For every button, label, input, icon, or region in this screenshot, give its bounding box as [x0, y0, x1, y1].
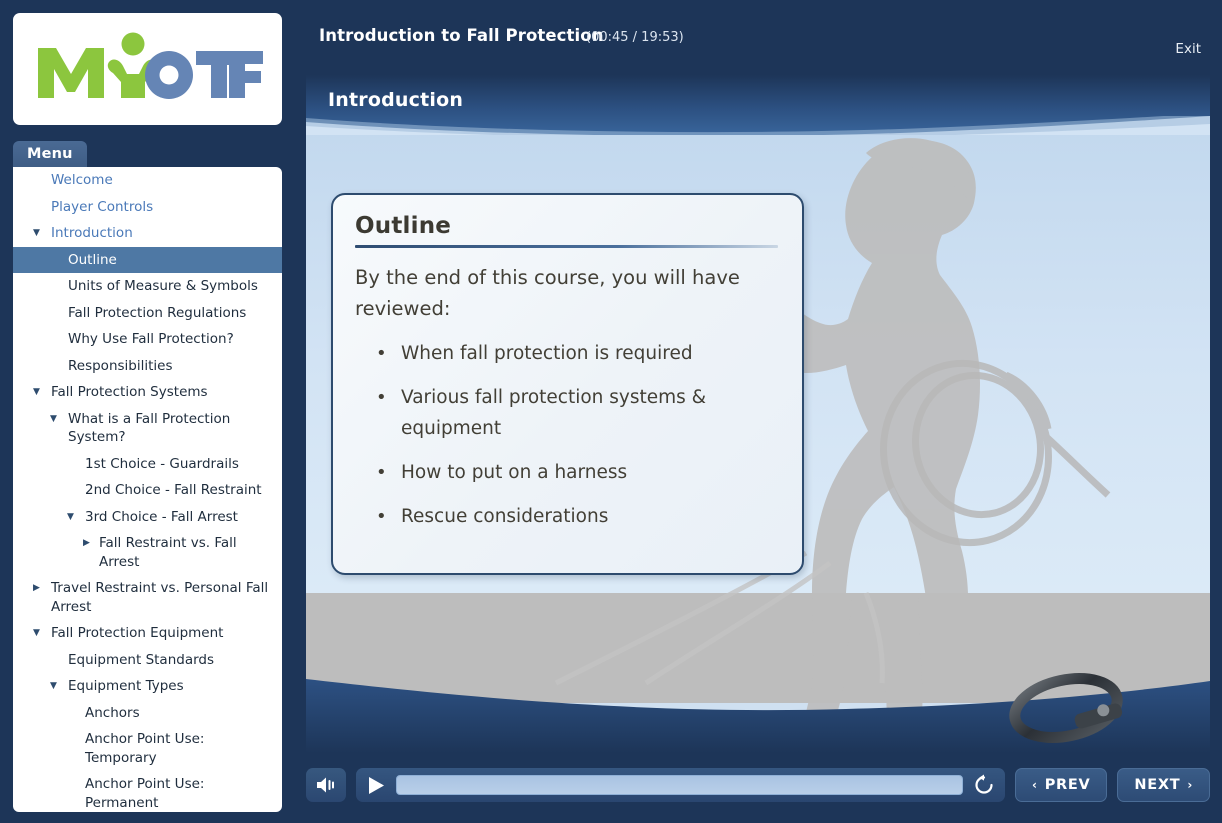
chevron-down-icon[interactable]: ▼: [50, 410, 57, 429]
menu-item-2nd-choice-fall-restraint[interactable]: 2nd Choice - Fall Restraint: [13, 477, 282, 504]
prev-chevron-icon: ‹: [1032, 778, 1038, 792]
logo: [13, 13, 282, 125]
menu-item-equipment-types[interactable]: ▼ Equipment Types: [13, 673, 282, 700]
menu-item-anchor-point-use-temporary[interactable]: Anchor Point Use: Temporary: [13, 726, 282, 771]
menu-item-fall-restraint-vs-fall-arrest[interactable]: ▶ Fall Restraint vs. Fall Arrest: [13, 530, 282, 575]
next-chevron-icon: ›: [1187, 778, 1193, 792]
course-time-display: (00:45 / 19:53): [586, 30, 684, 45]
menu-item-label: Units of Measure & Symbols: [68, 278, 258, 294]
menu-item-anchors[interactable]: Anchors: [13, 700, 282, 727]
menu-item-3rd-choice-fall-arrest[interactable]: ▼ 3rd Choice - Fall Arrest: [13, 504, 282, 531]
banner-wave-icon: [306, 116, 1210, 135]
menu-item-label: Responsibilities: [68, 357, 173, 374]
menu-item-fall-protection-equipment[interactable]: ▼ Fall Protection Equipment: [13, 620, 282, 647]
menu-tab[interactable]: Menu: [13, 141, 87, 167]
menu-item-label: Fall Restraint vs. Fall Arrest: [99, 535, 237, 570]
menu-item-label: Anchors: [85, 704, 140, 721]
menu-item-label: Why Use Fall Protection?: [68, 331, 234, 347]
outline-card: Outline By the end of this course, you w…: [331, 193, 804, 575]
prev-button[interactable]: ‹ PREV: [1015, 768, 1108, 802]
next-button[interactable]: NEXT ›: [1117, 768, 1210, 802]
seek-slider[interactable]: [396, 775, 964, 795]
menu-item-welcome[interactable]: Welcome: [13, 167, 282, 194]
menu-item-why-use-fall-protection[interactable]: Why Use Fall Protection?: [13, 326, 282, 353]
replay-button[interactable]: [971, 772, 997, 798]
menu-item-travel-restraint-vs-personal-fall-arrest[interactable]: ▶ Travel Restraint vs. Personal Fall Arre…: [13, 575, 282, 620]
chevron-down-icon[interactable]: ▼: [50, 677, 57, 696]
chevron-down-icon[interactable]: ▼: [33, 624, 40, 643]
menu-item-label: Player Controls: [51, 198, 154, 215]
slide-stage: Introduction Outline By the end of this …: [306, 75, 1210, 753]
menu-list: Welcome Player Controls ▼ Introduction Outli…: [13, 167, 282, 812]
chevron-right-icon[interactable]: ▶: [83, 534, 90, 553]
outline-rule: [355, 245, 778, 248]
play-button[interactable]: [364, 773, 388, 797]
menu-item-label: Anchor Point Use: Temporary: [85, 731, 205, 766]
player-topbar: Introduction to Fall Protection (00:45 /…: [295, 0, 1222, 75]
menu-item-units-of-measure-symbols[interactable]: Units of Measure & Symbols: [13, 273, 282, 300]
menu-item-label: Fall Protection Systems: [51, 384, 208, 400]
chevron-down-icon[interactable]: ▼: [67, 508, 74, 527]
footer-wave: [306, 679, 1210, 753]
menu-item-anchor-point-use-permanent[interactable]: Anchor Point Use: Permanent: [13, 771, 282, 812]
menu-item-label: 3rd Choice - Fall Arrest: [85, 508, 238, 525]
myotf-logo-icon: [38, 32, 263, 99]
outline-bullet: Various fall protection systems & equipm…: [355, 382, 778, 444]
player-control-bar: ‹ PREV NEXT ›: [306, 760, 1210, 810]
menu-panel: Welcome Player Controls ▼ Introduction Outli…: [13, 167, 282, 812]
menu-item-outline[interactable]: Outline: [13, 246, 282, 273]
chevron-right-icon[interactable]: ▶: [33, 579, 40, 598]
menu-item-label: Travel Restraint vs. Personal Fall Arres…: [51, 580, 269, 615]
play-icon: [368, 776, 384, 794]
menu-item-label: 1st Choice - Guardrails: [85, 455, 239, 472]
slide-title: Introduction: [328, 89, 464, 111]
menu-item-label: Welcome: [51, 172, 113, 188]
menu-item-label: Introduction: [51, 225, 133, 241]
menu-item-what-is-a-fall-protection-system[interactable]: ▼ What is a Fall Protection System?: [13, 406, 282, 451]
speaker-icon: [317, 777, 334, 793]
menu-item-player-controls[interactable]: Player Controls: [13, 194, 282, 221]
chevron-down-icon[interactable]: ▼: [33, 224, 40, 243]
outline-bullet: How to put on a harness: [355, 457, 778, 488]
menu-item-label: Fall Protection Equipment: [51, 625, 224, 641]
outline-bullet: Rescue considerations: [355, 501, 778, 532]
outline-bullet-list: When fall protection is required Various …: [355, 338, 778, 532]
menu-item-introduction[interactable]: ▼ Introduction: [13, 220, 282, 247]
menu-item-responsibilities[interactable]: Responsibilities: [13, 353, 282, 380]
course-player-window: Menu Welcome Player Controls ▼ Introduction…: [0, 0, 1222, 823]
menu-item-label: Equipment Standards: [68, 651, 215, 668]
menu-item-label: Outline: [68, 251, 117, 268]
prev-label: PREV: [1044, 777, 1091, 793]
player-area: Introduction to Fall Protection (00:45 /…: [295, 0, 1222, 823]
chevron-down-icon[interactable]: ▼: [33, 383, 40, 402]
next-label: NEXT: [1134, 777, 1181, 793]
course-title: Introduction to Fall Protection: [319, 26, 604, 45]
sidebar: Menu Welcome Player Controls ▼ Introduction…: [0, 0, 295, 823]
menu-item-label: Equipment Types: [68, 678, 184, 694]
outline-heading: Outline: [355, 213, 452, 239]
menu-item-label: Fall Protection Regulations: [68, 304, 247, 321]
volume-button[interactable]: [306, 768, 346, 802]
menu-item-label: Anchor Point Use: Permanent: [85, 776, 205, 811]
transport-panel: [356, 768, 1006, 802]
menu-item-1st-choice-guardrails[interactable]: 1st Choice - Guardrails: [13, 451, 282, 478]
outline-lead-text: By the end of this course, you will have…: [355, 266, 740, 320]
outline-bullet: When fall protection is required: [355, 338, 778, 369]
menu-item-label: What is a Fall Protection System?: [68, 410, 231, 446]
menu-item-fall-protection-regulations[interactable]: Fall Protection Regulations: [13, 300, 282, 327]
replay-icon: [975, 774, 993, 794]
menu-item-fall-protection-systems[interactable]: ▼ Fall Protection Systems: [13, 379, 282, 406]
menu-item-label: 2nd Choice - Fall Restraint: [85, 482, 262, 498]
exit-button[interactable]: Exit: [1175, 41, 1201, 57]
menu-item-equipment-standards[interactable]: Equipment Standards: [13, 647, 282, 674]
